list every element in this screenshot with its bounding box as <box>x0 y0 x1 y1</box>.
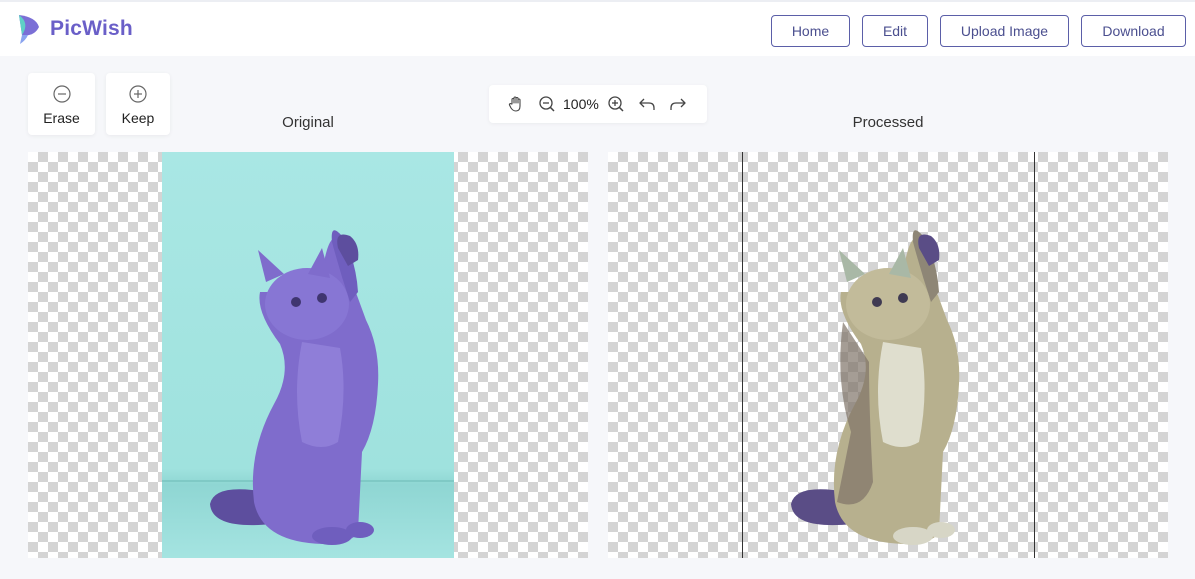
undo-icon <box>639 98 655 110</box>
upload-image-button[interactable]: Upload Image <box>940 15 1069 47</box>
original-title: Original <box>282 114 334 131</box>
zoom-in-icon <box>608 96 624 112</box>
zoom-level: 100% <box>563 96 599 112</box>
processed-canvas[interactable] <box>608 152 1168 558</box>
original-photo <box>162 152 454 558</box>
processed-title: Processed <box>852 114 924 131</box>
pan-button[interactable] <box>506 94 526 114</box>
zoom-out-icon <box>539 96 555 112</box>
circle-plus-icon <box>129 85 147 103</box>
original-canvas[interactable] <box>28 152 588 558</box>
edit-button[interactable]: Edit <box>862 15 928 47</box>
home-button[interactable]: Home <box>771 15 850 47</box>
top-bar: PicWish Home Edit Upload Image Download <box>0 0 1195 56</box>
undo-button[interactable] <box>637 94 657 114</box>
circle-minus-icon <box>52 85 71 103</box>
redo-button[interactable] <box>668 94 688 114</box>
brand-name: PicWish <box>50 17 133 40</box>
hand-icon <box>508 96 521 112</box>
download-button[interactable]: Download <box>1081 15 1186 47</box>
picwish-logo-icon <box>19 15 39 44</box>
redo-icon <box>670 98 686 110</box>
zoom-out-button[interactable] <box>537 94 557 114</box>
picwish-logo[interactable]: PicWish <box>16 13 133 45</box>
cat-original-image <box>210 230 379 545</box>
zoom-in-button[interactable] <box>606 94 626 114</box>
cat-processed-image <box>791 230 960 545</box>
